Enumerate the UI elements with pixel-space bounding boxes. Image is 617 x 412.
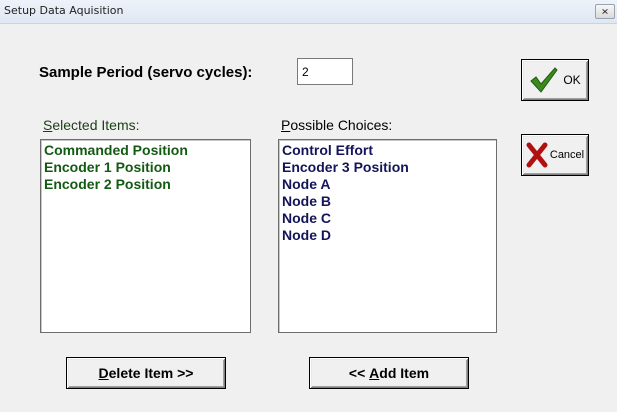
list-item[interactable]: Control Effort <box>282 142 493 159</box>
selected-label-mnemonic: S <box>43 117 53 133</box>
ok-button[interactable]: OK <box>521 59 589 101</box>
list-item[interactable]: Node D <box>282 227 493 244</box>
selected-label-text: elected Items: <box>52 117 140 133</box>
cancel-label: Cancel <box>549 149 585 161</box>
close-icon <box>602 9 608 14</box>
selected-items-list[interactable]: Commanded Position Encoder 1 Position En… <box>40 139 251 333</box>
add-prefix: << <box>348 365 370 381</box>
add-label: dd Item <box>379 365 430 381</box>
list-item[interactable]: Node C <box>282 210 493 227</box>
delete-label: elete Item >> <box>108 365 194 381</box>
sample-period-label: Sample Period (servo cycles): <box>39 64 253 81</box>
window-title: Setup Data Aquisition <box>4 4 124 17</box>
list-item[interactable]: Encoder 3 Position <box>282 159 493 176</box>
possible-label-text: ossible Choices: <box>290 117 393 133</box>
possible-choices-label: Possible Choices: <box>281 117 392 133</box>
list-item[interactable]: Encoder 2 Position <box>44 176 247 193</box>
list-item[interactable]: Commanded Position <box>44 142 247 159</box>
possible-label-mnemonic: P <box>281 117 291 133</box>
list-item[interactable]: Node B <box>282 193 493 210</box>
selected-items-label: Selected Items: <box>43 117 140 133</box>
list-item[interactable]: Encoder 1 Position <box>44 159 247 176</box>
ok-label: OK <box>563 73 581 87</box>
sample-period-input[interactable] <box>297 58 353 85</box>
close-button[interactable] <box>595 4 615 19</box>
delete-mnemonic: D <box>98 365 109 381</box>
checkmark-icon <box>530 67 558 93</box>
delete-item-button[interactable]: Delete Item >> <box>66 357 226 389</box>
add-item-button[interactable]: << Add Item <box>309 357 469 389</box>
list-item[interactable]: Node A <box>282 176 493 193</box>
add-mnemonic: A <box>369 365 380 381</box>
title-bar: Setup Data Aquisition <box>0 0 617 24</box>
cancel-button[interactable]: Cancel <box>521 134 589 176</box>
x-icon <box>526 142 548 168</box>
possible-choices-list[interactable]: Control Effort Encoder 3 Position Node A… <box>278 139 497 333</box>
